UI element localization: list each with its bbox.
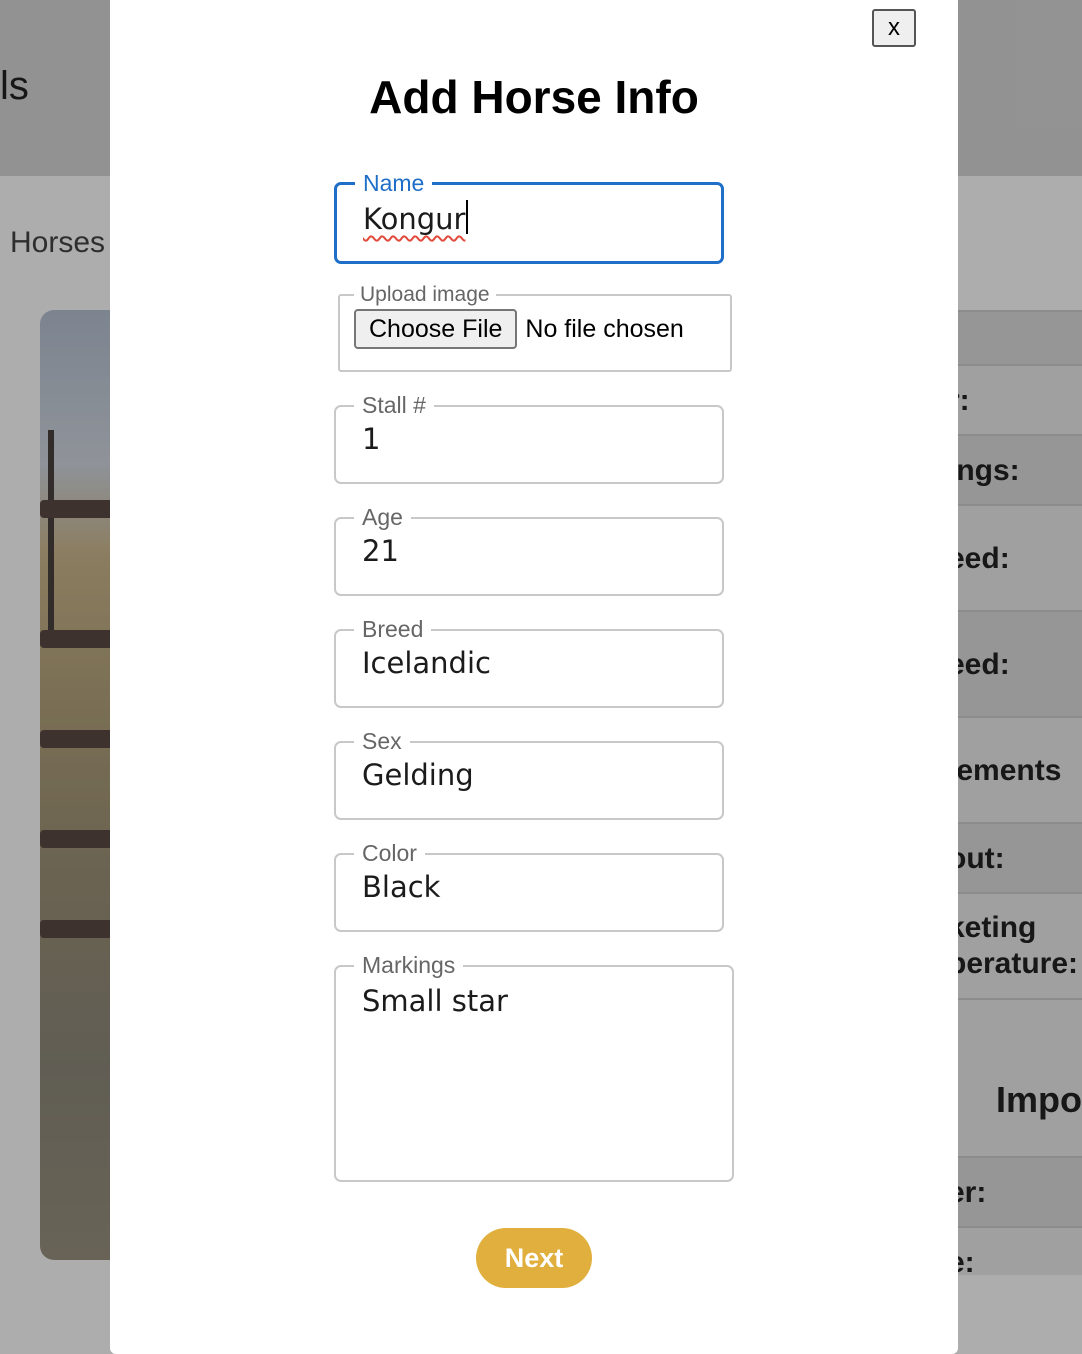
- upload-image-label: Upload image: [360, 283, 490, 306]
- name-input[interactable]: Kongur: [363, 197, 695, 241]
- markings-field[interactable]: Markings Small star: [334, 952, 734, 1182]
- age-input[interactable]: [362, 529, 696, 573]
- sex-field[interactable]: Sex: [334, 728, 724, 820]
- choose-file-button[interactable]: Choose File: [354, 309, 518, 349]
- sex-label: Sex: [362, 728, 402, 754]
- sex-input[interactable]: [362, 753, 696, 797]
- age-field[interactable]: Age: [334, 504, 724, 596]
- close-button[interactable]: x: [872, 9, 916, 47]
- upload-image-field: Upload image Choose File No file chosen: [338, 283, 732, 372]
- add-horse-modal: x Add Horse Info Name Kongur Upload imag…: [110, 0, 958, 1354]
- text-caret: [466, 200, 469, 234]
- age-label: Age: [362, 504, 403, 530]
- breed-label: Breed: [362, 616, 424, 642]
- name-value: Kongur: [363, 202, 466, 236]
- breed-field[interactable]: Breed: [334, 616, 724, 708]
- modal-title: Add Horse Info: [369, 71, 699, 123]
- color-field[interactable]: Color: [334, 840, 724, 932]
- file-status: No file chosen: [525, 314, 684, 343]
- name-field[interactable]: Name Kongur: [334, 170, 724, 264]
- color-label: Color: [362, 840, 417, 866]
- color-input[interactable]: [362, 865, 696, 909]
- markings-textarea[interactable]: Small star: [362, 983, 706, 1161]
- breed-input[interactable]: [362, 641, 696, 685]
- next-button[interactable]: Next: [476, 1228, 592, 1288]
- stall-label: Stall #: [362, 392, 426, 418]
- markings-label: Markings: [362, 952, 456, 978]
- stall-field[interactable]: Stall #: [334, 392, 724, 484]
- name-label: Name: [363, 170, 425, 196]
- stall-input[interactable]: [362, 417, 696, 461]
